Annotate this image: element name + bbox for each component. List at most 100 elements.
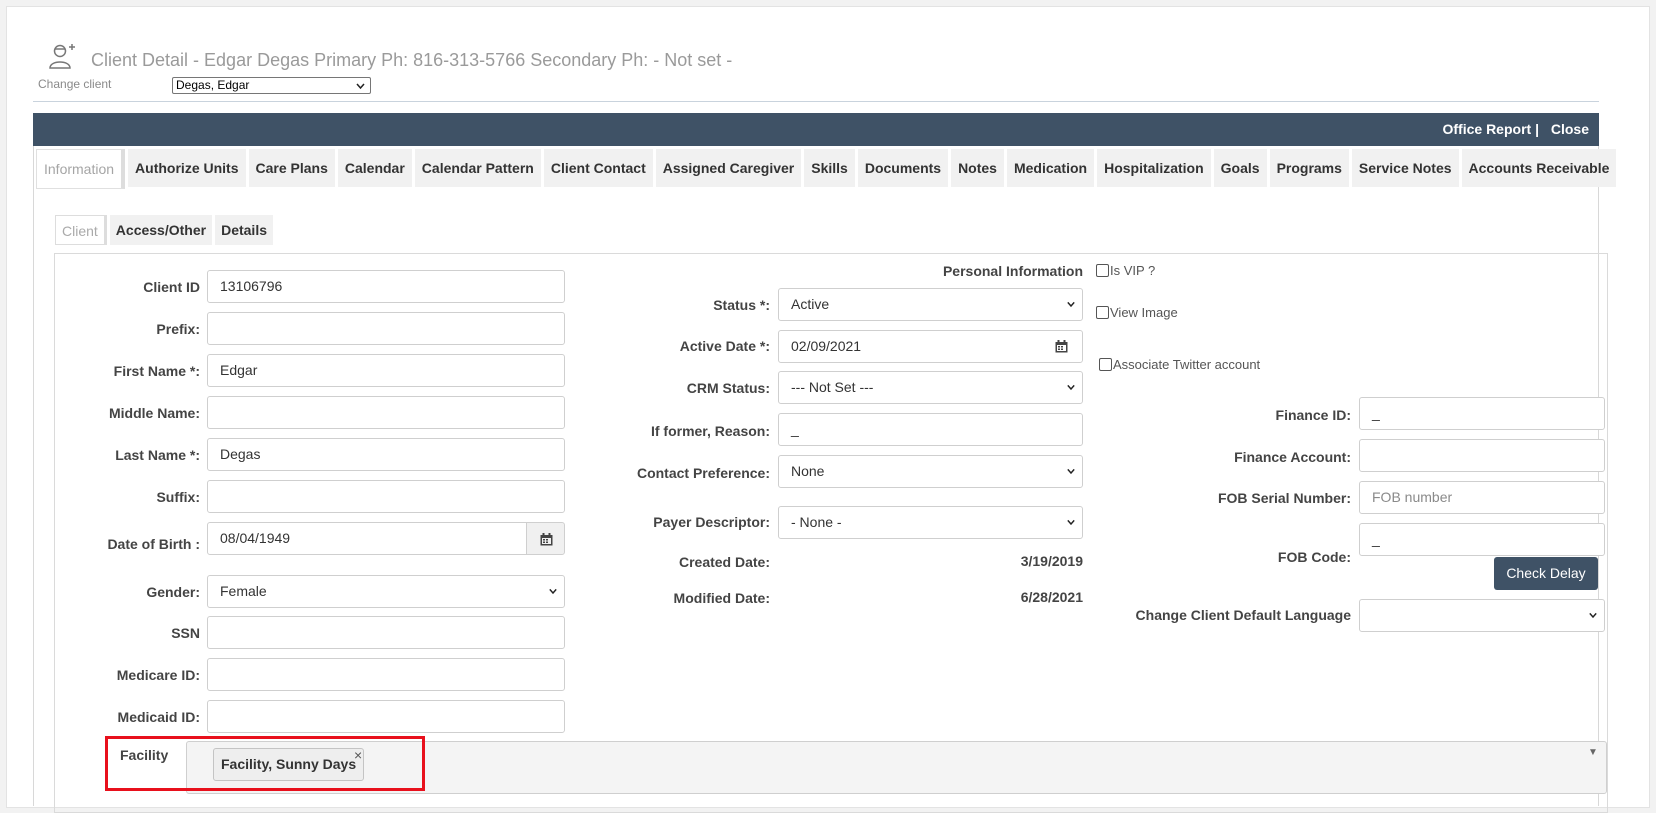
finance-id-field[interactable]: _: [1359, 397, 1605, 430]
modified-date-label: Modified Date:: [673, 590, 770, 606]
tab-information[interactable]: Information: [36, 149, 126, 189]
tab-calendar[interactable]: Calendar: [337, 149, 412, 187]
calendar-icon[interactable]: [1055, 340, 1068, 353]
calendar-icon: [540, 533, 553, 546]
remove-tag-icon[interactable]: ×: [354, 747, 362, 763]
check-delay-button[interactable]: Check Delay: [1494, 557, 1598, 590]
tab-care-plans[interactable]: Care Plans: [248, 149, 335, 187]
default-language-label: Change Client Default Language: [1135, 607, 1351, 623]
checkbox-icon[interactable]: [1096, 306, 1109, 319]
dob-calendar-button[interactable]: [526, 522, 565, 555]
subtab-client[interactable]: Client: [55, 215, 107, 245]
last-name-field[interactable]: Degas: [207, 438, 565, 471]
medicare-id-label: Medicare ID:: [116, 667, 200, 683]
crm-status-select[interactable]: --- Not Set ---: [778, 371, 1083, 404]
finance-account-label: Finance Account:: [1234, 449, 1351, 465]
subtab-details[interactable]: Details: [215, 215, 273, 245]
fob-serial-label: FOB Serial Number:: [1217, 490, 1351, 506]
change-client-label: Change client: [38, 77, 112, 91]
facility-multiselect[interactable]: [186, 741, 1607, 794]
ssn-field[interactable]: [207, 616, 565, 649]
subtab-access-other[interactable]: Access/Other: [109, 215, 213, 245]
is-vip-label: Is VIP ?: [1110, 263, 1156, 278]
checkbox-icon[interactable]: [1099, 358, 1112, 371]
chevron-down-icon: [1067, 301, 1075, 308]
page-title: Client Detail - Edgar Degas Primary Ph: …: [91, 50, 733, 70]
tab-programs[interactable]: Programs: [1269, 149, 1349, 187]
is-vip-checkbox[interactable]: Is VIP ?: [1096, 263, 1155, 278]
sub-tabs: Client Access/Other Details: [55, 215, 273, 245]
chevron-down-icon: [1589, 612, 1597, 619]
suffix-field[interactable]: [207, 480, 565, 513]
payer-descriptor-select[interactable]: - None -: [778, 506, 1083, 539]
header-divider: [33, 101, 1599, 102]
tab-documents[interactable]: Documents: [857, 149, 949, 187]
tab-hospitalization[interactable]: Hospitalization: [1097, 149, 1211, 187]
contact-preference-value: None: [791, 463, 825, 479]
facility-label: Facility: [120, 747, 169, 763]
first-name-field[interactable]: Edgar: [207, 354, 565, 387]
main-tabs: Information Authorize Units Care Plans C…: [36, 149, 1617, 189]
chevron-down-icon: [1067, 384, 1075, 391]
suffix-label: Suffix:: [156, 489, 200, 505]
gender-select[interactable]: Female: [207, 575, 565, 608]
facility-dropdown-icon[interactable]: ▼: [1588, 747, 1598, 758]
change-client-select[interactable]: Degas, Edgar: [172, 77, 371, 94]
tab-goals[interactable]: Goals: [1213, 149, 1267, 187]
facility-tag: Facility, Sunny Days: [213, 748, 365, 781]
payer-descriptor-value: - None -: [791, 514, 842, 530]
fob-code-field[interactable]: _: [1359, 523, 1605, 556]
medicare-id-field[interactable]: [207, 658, 565, 691]
tab-notes[interactable]: Notes: [951, 149, 1004, 187]
active-date-value: 02/09/2021: [791, 338, 862, 354]
fob-serial-field[interactable]: FOB number: [1359, 481, 1605, 514]
ssn-label: SSN: [171, 625, 200, 641]
associate-twitter-label: Associate Twitter account: [1113, 357, 1261, 372]
tab-calendar-pattern[interactable]: Calendar Pattern: [414, 149, 541, 187]
tab-skills[interactable]: Skills: [804, 149, 855, 187]
contact-preference-select[interactable]: None: [778, 455, 1083, 488]
checkbox-icon[interactable]: [1096, 264, 1109, 277]
first-name-label: First Name *:: [113, 363, 200, 379]
tab-service-notes[interactable]: Service Notes: [1351, 149, 1459, 187]
middle-name-label: Middle Name:: [108, 405, 200, 421]
status-select[interactable]: Active: [778, 288, 1083, 321]
former-reason-label: If former, Reason:: [650, 423, 770, 439]
client-person-icon: [49, 44, 75, 69]
view-image-checkbox[interactable]: View Image: [1096, 305, 1178, 320]
chevron-down-icon: [1067, 519, 1075, 526]
medicaid-id-label: Medicaid ID:: [117, 709, 200, 725]
close-link[interactable]: Close: [1551, 121, 1589, 137]
active-date-label: Active Date *:: [679, 338, 770, 354]
tab-client-contact[interactable]: Client Contact: [543, 149, 653, 187]
tab-medication[interactable]: Medication: [1006, 149, 1095, 187]
office-report-link[interactable]: Office Report |: [1443, 121, 1539, 137]
last-name-label: Last Name *:: [115, 447, 200, 463]
associate-twitter-checkbox[interactable]: Associate Twitter account: [1099, 357, 1260, 372]
finance-account-field[interactable]: [1359, 439, 1605, 472]
medicaid-id-field[interactable]: [207, 700, 565, 733]
change-client-value: Degas, Edgar: [176, 78, 250, 92]
tab-assigned-caregiver[interactable]: Assigned Caregiver: [655, 149, 802, 187]
tab-accounts-receivable[interactable]: Accounts Receivable: [1461, 149, 1617, 187]
middle-name-field[interactable]: [207, 396, 565, 429]
gender-label: Gender:: [146, 584, 200, 600]
created-date-label: Created Date:: [678, 554, 770, 570]
active-date-field[interactable]: 02/09/2021: [778, 330, 1083, 363]
default-language-select[interactable]: [1359, 599, 1605, 632]
client-id-field[interactable]: 13106796: [207, 270, 565, 303]
tab-authorize-units[interactable]: Authorize Units: [128, 149, 246, 187]
dob-label: Date of Birth :: [107, 536, 200, 552]
view-image-label: View Image: [1110, 305, 1178, 320]
top-action-bar: Office Report | Close: [33, 113, 1599, 146]
prefix-field[interactable]: [207, 312, 565, 345]
gender-value: Female: [220, 583, 267, 599]
dob-field[interactable]: 08/04/1949: [207, 522, 527, 555]
finance-id-label: Finance ID:: [1275, 407, 1351, 423]
client-id-label: Client ID: [143, 279, 200, 295]
chevron-down-icon: [356, 83, 365, 90]
crm-status-value: --- Not Set ---: [791, 379, 874, 395]
crm-status-label: CRM Status:: [686, 380, 770, 396]
former-reason-field[interactable]: _: [778, 413, 1083, 446]
status-label: Status *:: [713, 297, 770, 313]
